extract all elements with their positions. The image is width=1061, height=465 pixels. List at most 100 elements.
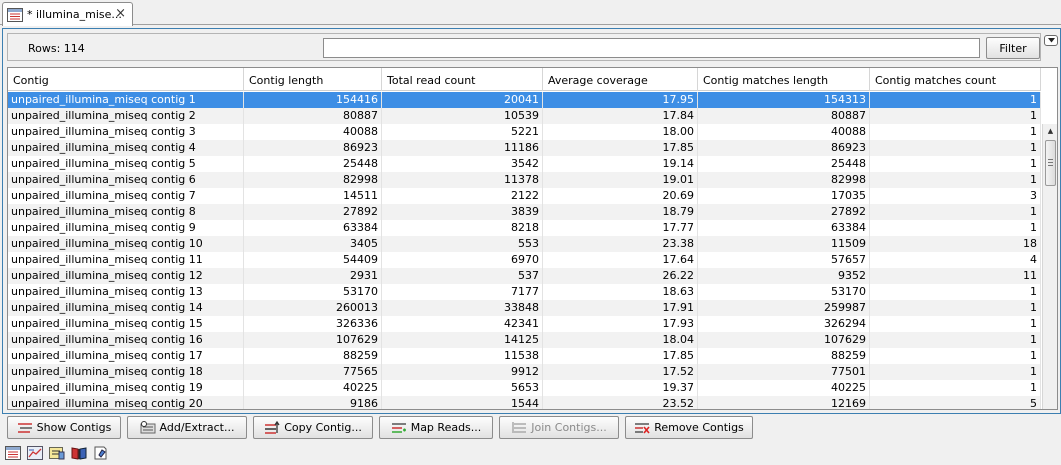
table-row[interactable]: unpaired_illumina_miseq contig 14 260013 3… xyxy=(8,300,1041,316)
cell-contig-matches-length: 326294 xyxy=(698,316,870,332)
cell-average-coverage: 17.84 xyxy=(543,108,698,124)
cell-total-read-count: 537 xyxy=(382,268,543,284)
map-reads-button[interactable]: Map Reads... xyxy=(379,416,493,439)
scroll-thumb[interactable] xyxy=(1045,140,1056,186)
app-window: * illumina_mise... × Rows: 114 Filter Co… xyxy=(0,0,1061,465)
filter-button[interactable]: Filter xyxy=(986,37,1040,59)
close-icon[interactable]: × xyxy=(115,7,126,21)
cell-contig-name: unpaired_illumina_miseq contig 1 xyxy=(8,92,244,108)
table-row[interactable]: unpaired_illumina_miseq contig 15 326336 4… xyxy=(8,316,1041,332)
table-row[interactable]: unpaired_illumina_miseq contig 10 3405 553… xyxy=(8,236,1041,252)
table-row[interactable]: unpaired_illumina_miseq contig 20 9186 154… xyxy=(8,396,1041,409)
cell-contig-length: 77565 xyxy=(244,364,382,380)
table-row[interactable]: unpaired_illumina_miseq contig 6 82998 113… xyxy=(8,172,1041,188)
table-row[interactable]: unpaired_illumina_miseq contig 17 88259 11… xyxy=(8,348,1041,364)
cell-total-read-count: 33848 xyxy=(382,300,543,316)
cell-total-read-count: 8218 xyxy=(382,220,543,236)
column-header-average-coverage[interactable]: Average coverage xyxy=(543,68,698,91)
cell-total-read-count: 6970 xyxy=(382,252,543,268)
cell-average-coverage: 17.93 xyxy=(543,316,698,332)
cell-contig-matches-count: 1 xyxy=(870,300,1041,316)
cell-contig-name: unpaired_illumina_miseq contig 10 xyxy=(8,236,244,252)
join-contigs-button[interactable]: Join Contigs... xyxy=(499,416,619,439)
cell-contig-matches-length: 12169 xyxy=(698,396,870,409)
cell-contig-matches-count: 1 xyxy=(870,172,1041,188)
cell-contig-matches-length: 107629 xyxy=(698,332,870,348)
rows-count: Rows: 114 xyxy=(28,42,85,55)
cell-average-coverage: 20.69 xyxy=(543,188,698,204)
cell-contig-matches-count: 1 xyxy=(870,380,1041,396)
cell-average-coverage: 19.37 xyxy=(543,380,698,396)
column-header-contig-length[interactable]: Contig length xyxy=(244,68,382,91)
cell-contig-matches-length: 259987 xyxy=(698,300,870,316)
cell-contig-matches-length: 17035 xyxy=(698,188,870,204)
copy-contig-button[interactable]: Copy Contig... xyxy=(253,416,373,439)
column-header-total-read-count[interactable]: Total read count xyxy=(382,68,543,91)
cell-contig-length: 80887 xyxy=(244,108,382,124)
table-row[interactable]: unpaired_illumina_miseq contig 13 53170 71… xyxy=(8,284,1041,300)
column-header-contig-matches-count[interactable]: Contig matches count xyxy=(870,68,1041,91)
view-switcher xyxy=(4,445,114,463)
table-row[interactable]: unpaired_illumina_miseq contig 3 40088 522… xyxy=(8,124,1041,140)
vertical-scrollbar[interactable]: ▲ ▼ xyxy=(1042,124,1057,409)
graph-view-icon[interactable] xyxy=(26,445,44,461)
cell-average-coverage: 18.00 xyxy=(543,124,698,140)
cell-contig-length: 82998 xyxy=(244,172,382,188)
cell-contig-matches-count: 1 xyxy=(870,156,1041,172)
cell-contig-matches-count: 11 xyxy=(870,268,1041,284)
column-header-contig-matches-length[interactable]: Contig matches length xyxy=(698,68,870,91)
cell-total-read-count: 3542 xyxy=(382,156,543,172)
column-menu-button[interactable] xyxy=(1044,35,1058,46)
cell-contig-matches-count: 1 xyxy=(870,348,1041,364)
table-row[interactable]: unpaired_illumina_miseq contig 9 63384 821… xyxy=(8,220,1041,236)
table-row[interactable]: unpaired_illumina_miseq contig 4 86923 111… xyxy=(8,140,1041,156)
cell-contig-matches-length: 9352 xyxy=(698,268,870,284)
cell-contig-name: unpaired_illumina_miseq contig 4 xyxy=(8,140,244,156)
editor-tab[interactable]: * illumina_mise... × xyxy=(2,2,133,26)
book-view-icon[interactable] xyxy=(70,445,88,461)
cell-contig-matches-length: 40225 xyxy=(698,380,870,396)
cell-average-coverage: 18.79 xyxy=(543,204,698,220)
table-row[interactable]: unpaired_illumina_miseq contig 12 2931 537… xyxy=(8,268,1041,284)
table-row[interactable]: unpaired_illumina_miseq contig 19 40225 56… xyxy=(8,380,1041,396)
cell-contig-name: unpaired_illumina_miseq contig 16 xyxy=(8,332,244,348)
table-row[interactable]: unpaired_illumina_miseq contig 1 154416 20… xyxy=(8,92,1041,108)
scroll-up-icon[interactable]: ▲ xyxy=(1043,124,1057,138)
cell-total-read-count: 7177 xyxy=(382,284,543,300)
cell-contig-length: 260013 xyxy=(244,300,382,316)
cell-contig-length: 40088 xyxy=(244,124,382,140)
table-row[interactable]: unpaired_illumina_miseq contig 18 77565 99… xyxy=(8,364,1041,380)
cell-contig-matches-count: 1 xyxy=(870,92,1041,108)
table-row[interactable]: unpaired_illumina_miseq contig 16 107629 1… xyxy=(8,332,1041,348)
cell-contig-name: unpaired_illumina_miseq contig 12 xyxy=(8,268,244,284)
remove-contigs-button[interactable]: Remove Contigs xyxy=(625,416,753,439)
report-view-icon[interactable] xyxy=(48,445,66,461)
cell-contig-name: unpaired_illumina_miseq contig 7 xyxy=(8,188,244,204)
cell-contig-matches-length: 86923 xyxy=(698,140,870,156)
cell-total-read-count: 11538 xyxy=(382,348,543,364)
cell-contig-length: 2931 xyxy=(244,268,382,284)
cell-total-read-count: 5221 xyxy=(382,124,543,140)
history-view-icon[interactable] xyxy=(92,445,110,461)
table-row[interactable]: unpaired_illumina_miseq contig 8 27892 383… xyxy=(8,204,1041,220)
table-view-icon[interactable] xyxy=(4,445,22,461)
cell-average-coverage: 17.95 xyxy=(543,92,698,108)
filter-input[interactable] xyxy=(323,38,980,58)
cell-contig-matches-count: 1 xyxy=(870,316,1041,332)
cell-contig-name: unpaired_illumina_miseq contig 14 xyxy=(8,300,244,316)
add-extract-button[interactable]: Add/Extract... xyxy=(127,416,247,439)
column-header-contig[interactable]: Contig xyxy=(8,68,244,91)
table-row[interactable]: unpaired_illumina_miseq contig 5 25448 354… xyxy=(8,156,1041,172)
table-editor: Rows: 114 Filter Contig Contig length To… xyxy=(2,28,1061,414)
show-contigs-button[interactable]: Show Contigs xyxy=(7,416,121,439)
table-row[interactable]: unpaired_illumina_miseq contig 7 14511 212… xyxy=(8,188,1041,204)
table-row[interactable]: unpaired_illumina_miseq contig 2 80887 105… xyxy=(8,108,1041,124)
table-row[interactable]: unpaired_illumina_miseq contig 11 54409 69… xyxy=(8,252,1041,268)
chevron-down-icon xyxy=(1047,38,1055,43)
cell-contig-matches-length: 40088 xyxy=(698,124,870,140)
cell-contig-length: 63384 xyxy=(244,220,382,236)
cell-contig-length: 9186 xyxy=(244,396,382,409)
cell-average-coverage: 26.22 xyxy=(543,268,698,284)
cell-contig-matches-length: 80887 xyxy=(698,108,870,124)
cell-contig-matches-count: 1 xyxy=(870,204,1041,220)
